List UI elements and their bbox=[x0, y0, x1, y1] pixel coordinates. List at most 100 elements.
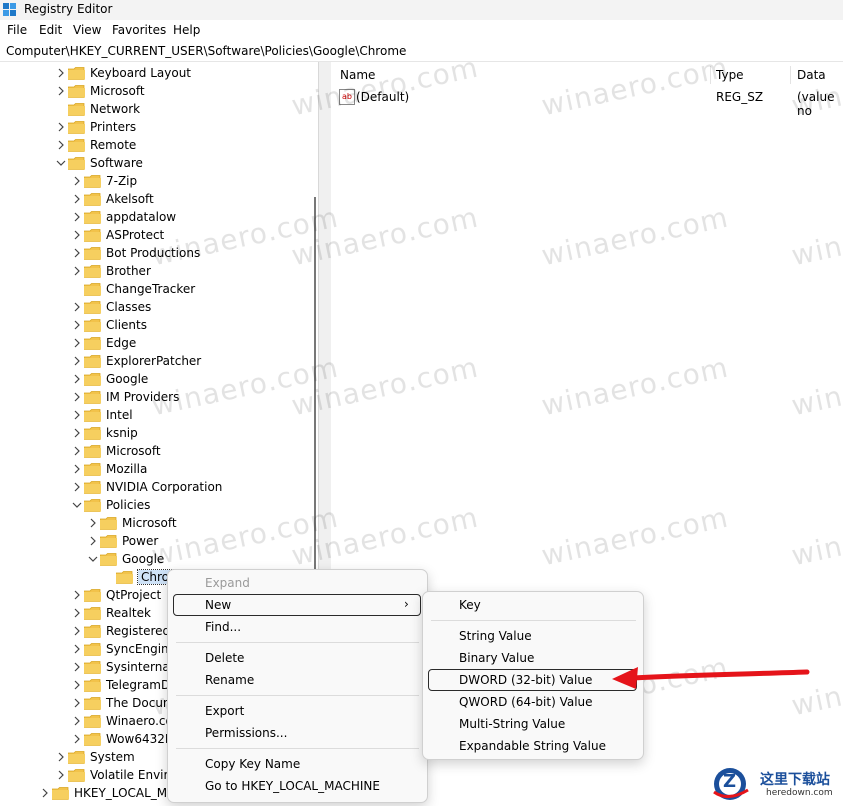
tree-item[interactable]: Printers bbox=[0, 118, 317, 136]
chevron-down-icon[interactable] bbox=[88, 553, 98, 563]
tree-item[interactable]: Akelsoft bbox=[0, 190, 317, 208]
tree-item-label[interactable]: ExplorerPatcher bbox=[106, 354, 201, 368]
tree-item-label[interactable]: Realtek bbox=[106, 606, 151, 620]
chevron-right-icon[interactable] bbox=[72, 355, 82, 366]
column-header-name[interactable]: Name bbox=[340, 68, 375, 82]
address-path[interactable]: Computer\HKEY_CURRENT_USER\Software\Poli… bbox=[6, 44, 406, 58]
tree-item-label[interactable]: NVIDIA Corporation bbox=[106, 480, 222, 494]
menu-file[interactable]: File bbox=[7, 23, 27, 37]
chevron-right-icon[interactable] bbox=[72, 445, 82, 456]
chevron-right-icon[interactable] bbox=[72, 247, 82, 258]
chevron-right-icon[interactable] bbox=[72, 301, 82, 312]
chevron-down-icon[interactable] bbox=[56, 157, 66, 167]
chevron-right-icon[interactable] bbox=[72, 211, 82, 222]
tree-item-label[interactable]: Microsoft bbox=[106, 444, 161, 458]
tree-item-label[interactable]: Google bbox=[106, 372, 148, 386]
tree-item-label[interactable]: Google bbox=[122, 552, 164, 566]
tree-item[interactable]: Power bbox=[0, 532, 317, 550]
tree-item[interactable]: 7-Zip bbox=[0, 172, 317, 190]
tree-item-label[interactable]: Clients bbox=[106, 318, 147, 332]
tree-item-label[interactable]: 7-Zip bbox=[106, 174, 137, 188]
tree-item-label[interactable]: Network bbox=[90, 102, 140, 116]
tree-item[interactable]: IM Providers bbox=[0, 388, 317, 406]
chevron-right-icon[interactable] bbox=[72, 661, 82, 672]
chevron-right-icon[interactable] bbox=[56, 751, 66, 762]
tree-item-label[interactable]: Microsoft bbox=[122, 516, 177, 530]
tree-item[interactable]: Microsoft bbox=[0, 514, 317, 532]
chevron-right-icon[interactable] bbox=[72, 373, 82, 384]
column-divider[interactable] bbox=[710, 66, 711, 84]
menu-item-copy-key-name[interactable]: Copy Key Name bbox=[205, 757, 300, 771]
tree-item-label[interactable]: Keyboard Layout bbox=[90, 66, 191, 80]
submenu-item-key[interactable]: Key bbox=[459, 598, 481, 612]
column-header-data[interactable]: Data bbox=[797, 68, 826, 82]
tree-item-label[interactable]: Software bbox=[90, 156, 143, 170]
tree-item[interactable]: Keyboard Layout bbox=[0, 64, 317, 82]
chevron-right-icon[interactable] bbox=[72, 409, 82, 420]
chevron-right-icon[interactable] bbox=[72, 175, 82, 186]
tree-item-label[interactable]: Intel bbox=[106, 408, 133, 422]
tree-item[interactable]: NVIDIA Corporation bbox=[0, 478, 317, 496]
tree-item[interactable]: Classes bbox=[0, 298, 317, 316]
submenu-item-dword[interactable]: DWORD (32-bit) Value bbox=[459, 673, 592, 687]
tree-item[interactable]: Bot Productions bbox=[0, 244, 317, 262]
tree-item-label[interactable]: System bbox=[90, 750, 135, 764]
tree-item[interactable]: Policies bbox=[0, 496, 317, 514]
tree-item[interactable]: appdatalow bbox=[0, 208, 317, 226]
chevron-right-icon[interactable] bbox=[72, 229, 82, 240]
chevron-right-icon[interactable] bbox=[72, 481, 82, 492]
tree-item-label[interactable]: Remote bbox=[90, 138, 136, 152]
tree-item-label[interactable]: Printers bbox=[90, 120, 136, 134]
tree-item[interactable]: Microsoft bbox=[0, 82, 317, 100]
chevron-down-icon[interactable] bbox=[72, 499, 82, 509]
menu-view[interactable]: View bbox=[73, 23, 101, 37]
chevron-right-icon[interactable] bbox=[72, 463, 82, 474]
tree-item[interactable]: Google bbox=[0, 370, 317, 388]
submenu-item-multi-string[interactable]: Multi-String Value bbox=[459, 717, 565, 731]
tree-item[interactable]: Intel bbox=[0, 406, 317, 424]
chevron-right-icon[interactable] bbox=[72, 391, 82, 402]
tree-item[interactable]: ASProtect bbox=[0, 226, 317, 244]
chevron-right-icon[interactable] bbox=[56, 85, 66, 96]
submenu-item-string-value[interactable]: String Value bbox=[459, 629, 532, 643]
tree-item-label[interactable]: Policies bbox=[106, 498, 150, 512]
column-divider[interactable] bbox=[790, 66, 791, 84]
chevron-right-icon[interactable] bbox=[72, 733, 82, 744]
menu-item-find[interactable]: Find... bbox=[205, 620, 241, 634]
tree-item-label[interactable]: Bot Productions bbox=[106, 246, 200, 260]
chevron-right-icon[interactable] bbox=[72, 319, 82, 330]
tree-item[interactable]: Network bbox=[0, 100, 317, 118]
tree-item-label[interactable]: Microsoft bbox=[90, 84, 145, 98]
tree-item[interactable]: Google bbox=[0, 550, 317, 568]
value-name[interactable]: (Default) bbox=[356, 90, 409, 104]
tree-item[interactable]: ExplorerPatcher bbox=[0, 352, 317, 370]
tree-item-label[interactable]: IM Providers bbox=[106, 390, 179, 404]
tree-item[interactable]: Remote bbox=[0, 136, 317, 154]
column-header-type[interactable]: Type bbox=[716, 68, 744, 82]
tree-item[interactable]: Microsoft bbox=[0, 442, 317, 460]
tree-item[interactable]: ChangeTracker bbox=[0, 280, 317, 298]
address-bar[interactable]: Computer\HKEY_CURRENT_USER\Software\Poli… bbox=[0, 41, 843, 62]
menu-item-export[interactable]: Export bbox=[205, 704, 244, 718]
tree-item[interactable]: Software bbox=[0, 154, 317, 172]
chevron-right-icon[interactable] bbox=[72, 589, 82, 600]
tree-item-label[interactable]: Edge bbox=[106, 336, 136, 350]
menu-favorites[interactable]: Favorites bbox=[112, 23, 166, 37]
chevron-right-icon[interactable] bbox=[72, 427, 82, 438]
chevron-right-icon[interactable] bbox=[72, 643, 82, 654]
tree-item-label[interactable]: QtProject bbox=[106, 588, 161, 602]
chevron-right-icon[interactable] bbox=[72, 697, 82, 708]
chevron-right-icon[interactable] bbox=[72, 337, 82, 348]
submenu-item-binary-value[interactable]: Binary Value bbox=[459, 651, 534, 665]
submenu-item-expandable-string[interactable]: Expandable String Value bbox=[459, 739, 606, 753]
submenu-item-qword[interactable]: QWORD (64-bit) Value bbox=[459, 695, 593, 709]
tree-item-label[interactable]: appdatalow bbox=[106, 210, 176, 224]
tree-item-label[interactable]: Brother bbox=[106, 264, 151, 278]
chevron-right-icon[interactable] bbox=[88, 535, 98, 546]
menu-item-new[interactable]: New bbox=[205, 598, 231, 612]
chevron-right-icon[interactable] bbox=[72, 607, 82, 618]
tree-item[interactable]: ksnip bbox=[0, 424, 317, 442]
tree-item-label[interactable]: ChangeTracker bbox=[106, 282, 195, 296]
chevron-right-icon[interactable] bbox=[56, 769, 66, 780]
menu-edit[interactable]: Edit bbox=[39, 23, 62, 37]
